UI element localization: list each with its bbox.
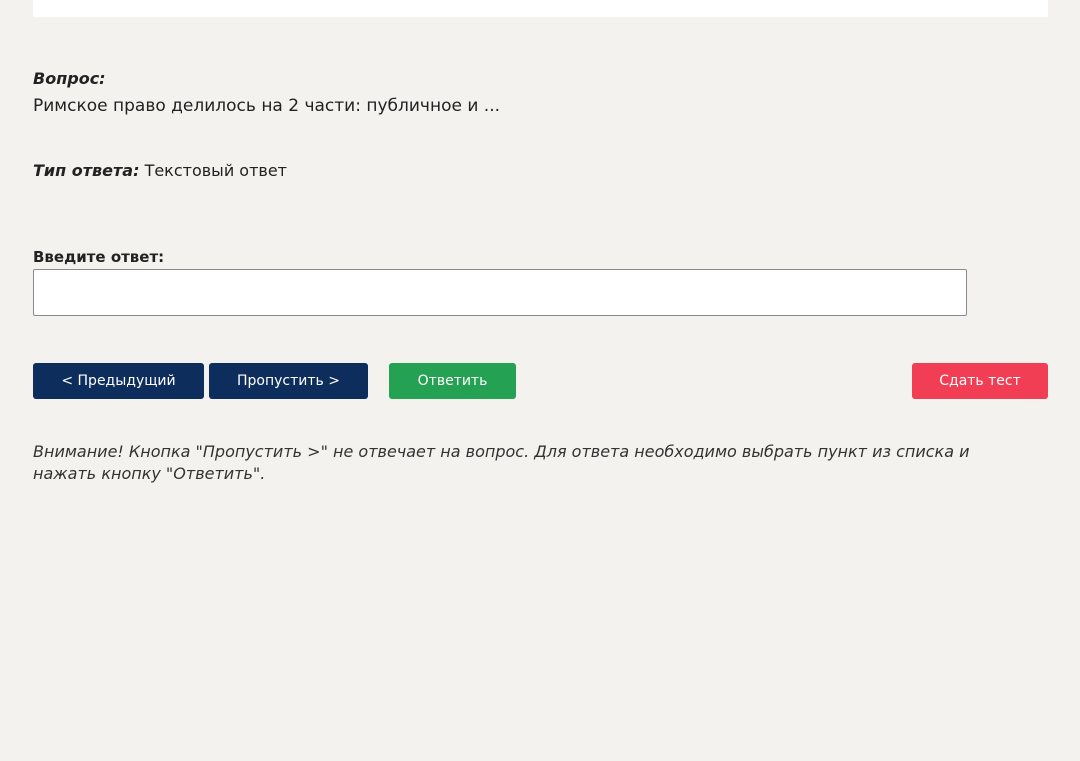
skip-notice: Внимание! Кнопка "Пропустить >" не отвеч… (33, 442, 970, 483)
answer-type-row: Тип ответа: Текстовый ответ (33, 161, 287, 180)
answer-type-label: Тип ответа: (33, 161, 140, 180)
question-label: Вопрос: (33, 69, 106, 88)
answer-input[interactable] (33, 269, 967, 316)
previous-button[interactable]: < Предыдущий (33, 363, 204, 399)
submit-test-button[interactable]: Сдать тест (912, 363, 1048, 399)
test-page: Вопрос: Римское право делилось на 2 част… (0, 0, 1080, 761)
answer-input-label: Введите ответ: (33, 248, 165, 266)
top-panel (33, 0, 1048, 17)
answer-button[interactable]: Ответить (389, 363, 516, 399)
skip-button[interactable]: Пропустить > (209, 363, 368, 399)
answer-type-value: Текстовый ответ (144, 161, 287, 180)
question-text: Римское право делилось на 2 части: публи… (33, 96, 501, 116)
